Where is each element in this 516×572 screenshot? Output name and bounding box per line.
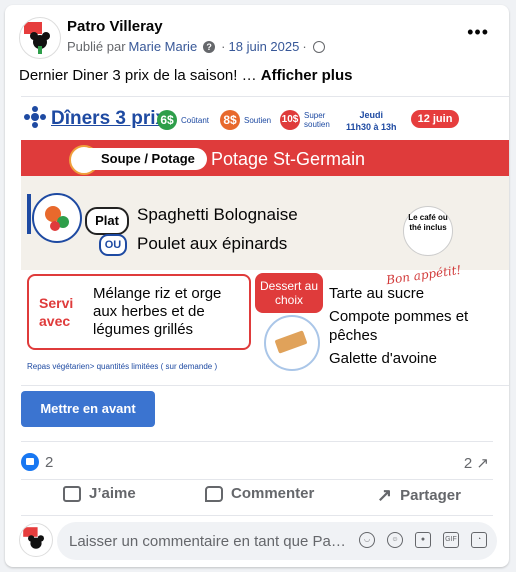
date-badge: 12 juin	[411, 110, 459, 128]
dessert-item: Tarte au sucre	[329, 285, 425, 302]
side-dish-box: Servi avec Mélange riz et orge aux herbe…	[27, 274, 251, 350]
share-icon: ↗	[377, 485, 393, 505]
price-badge-10: 10$	[280, 110, 300, 130]
comment-input[interactable]: Laisser un commentaire en tant que Patro…	[57, 522, 497, 560]
boost-button[interactable]: Mettre en avant	[21, 391, 155, 427]
flyer-topbar: Dîners 3 prix 6$ Coûtant 8$ Soutien 10$ …	[21, 97, 509, 137]
page-avatar[interactable]	[19, 17, 61, 59]
cake-icon	[264, 315, 320, 371]
like-reaction-icon[interactable]	[21, 453, 39, 471]
share-count-value: 2	[463, 455, 473, 472]
author-name[interactable]: Patro Villeray	[67, 18, 163, 35]
camera-icon[interactable]: ●	[415, 532, 431, 548]
gif-icon[interactable]: GIF	[443, 532, 459, 548]
divider	[21, 515, 493, 516]
price-label-6: Coûtant	[181, 116, 210, 125]
divider	[21, 441, 493, 442]
share-arrow-icon: ↗	[476, 455, 489, 472]
post-meta: Publié par Marie Marie ? · 18 juin 2025 …	[67, 39, 325, 54]
thumbs-up-icon	[63, 485, 81, 502]
avatar-sticker-icon[interactable]: ◡	[359, 532, 375, 548]
plate-illustration-icon	[27, 193, 82, 243]
publisher-link[interactable]: Marie Marie	[129, 39, 198, 54]
sticker-icon[interactable]: ◔	[471, 532, 487, 548]
price-label-8: Soutien	[244, 116, 272, 125]
post-image-flyer[interactable]: Dîners 3 prix 6$ Coûtant 8$ Soutien 10$ …	[21, 96, 509, 386]
servi-label: Servi avec	[39, 295, 74, 329]
vegetarian-note: Repas végétarien> quantités limitées ( s…	[27, 362, 218, 371]
post-date[interactable]: 18 juin 2025	[229, 39, 300, 54]
dessert-item: Compote pommes et pêches	[329, 308, 469, 344]
emoji-icon[interactable]: ☺	[387, 532, 403, 548]
comment-placeholder: Laisser un commentaire en tant que Patro…	[69, 533, 349, 550]
share-button[interactable]: ↗ Partager	[377, 485, 461, 506]
comment-tools: ◡ ☺ ● GIF ◔	[359, 532, 487, 548]
comment-button[interactable]: Commenter	[205, 485, 314, 502]
post-header: Patro Villeray Publié par Marie Marie ? …	[5, 5, 509, 63]
published-by-prefix: Publié par	[67, 39, 126, 54]
flyer-when: Jeudi 11h30 à 13h	[346, 109, 397, 133]
when-time: 11h30 à 13h	[346, 122, 397, 132]
flyer-brand: Dîners 3 prix	[51, 108, 167, 129]
divider	[21, 479, 493, 480]
comment-icon	[205, 485, 223, 502]
like-button[interactable]: J’aime	[63, 485, 136, 502]
help-icon[interactable]: ?	[203, 40, 216, 53]
price-badge-6: 6$	[157, 110, 177, 130]
post-card: Patro Villeray Publié par Marie Marie ? …	[5, 5, 509, 567]
comment-label: Commenter	[231, 485, 315, 502]
price-label-10: Super soutien	[304, 111, 330, 129]
coffee-included-badge: Le café ou thé inclus	[403, 206, 453, 256]
servi-text: Mélange riz et orge aux herbes et de lég…	[93, 285, 222, 338]
dessert-list: Tarte au sucre Compote pommes et pêches …	[329, 284, 499, 372]
like-label: J’aime	[89, 485, 136, 502]
soup-pill: Soupe / Potage	[73, 148, 207, 170]
like-count[interactable]: 2	[45, 454, 53, 471]
share-label: Partager	[400, 487, 461, 504]
more-options-icon[interactable]: •••	[467, 23, 489, 41]
dessert-pill: Dessert au choix	[255, 273, 323, 313]
commenter-avatar[interactable]	[19, 523, 53, 557]
plat-1: Spaghetti Bolognaise	[137, 205, 298, 224]
dessert-item: Galette d'avoine	[329, 350, 437, 367]
caption-text: Dernier Diner 3 prix de la saison! …	[19, 67, 257, 84]
share-count[interactable]: 2 ↗	[464, 454, 489, 472]
ou-pill: OU	[99, 234, 127, 256]
see-more-link[interactable]: Afficher plus	[261, 67, 353, 84]
price-badge-8: 8$	[220, 110, 240, 130]
brand-logo-icon	[24, 106, 46, 128]
plat-2: Poulet aux épinards	[137, 234, 288, 253]
post-caption: Dernier Diner 3 prix de la saison! … Aff…	[19, 67, 352, 84]
globe-icon	[312, 40, 325, 53]
meta-dot-2: ·	[302, 39, 307, 54]
meta-dot: ·	[221, 39, 226, 54]
soup-name: Potage St-Germain	[211, 149, 366, 169]
plat-pill: Plat	[85, 207, 129, 235]
when-day: Jeudi	[359, 110, 384, 120]
